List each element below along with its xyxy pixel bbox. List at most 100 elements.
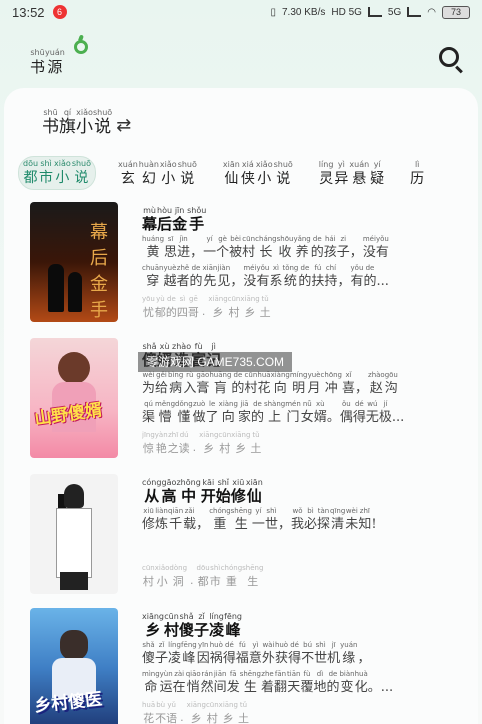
hanzi: 幕: [142, 215, 158, 233]
pinyin: yí: [206, 235, 213, 243]
pinyin: shuō: [71, 159, 92, 168]
hanzi: 乡: [244, 306, 256, 319]
category-tab[interactable]: xiān 仙 xiá 侠 xiǎo 小 shuō 说: [219, 156, 297, 190]
pinyin: jì: [211, 342, 216, 351]
category-label-char: xiǎo 小: [256, 160, 273, 188]
desc-char: qiāo 悄: [186, 670, 201, 697]
search-icon[interactable]: [438, 46, 463, 74]
desc-char: zi 子: [337, 235, 350, 262]
pinyin: cūn: [244, 371, 258, 379]
pinyin: de: [233, 371, 243, 379]
hanzi: 外: [261, 651, 275, 666]
book-title[interactable]: xiāng 乡 cūn 村 shǎ 傻 zǐ 子 líng 凌 fēng 峰: [142, 612, 460, 639]
book-cover[interactable]: [30, 474, 118, 594]
hanzi: 生: [234, 517, 248, 532]
pinyin: shǎ: [142, 342, 157, 351]
pinyin: [343, 264, 345, 273]
book-cover[interactable]: 乡村傻医: [30, 608, 118, 724]
pinyin: biàn: [339, 670, 355, 678]
hanzi: 说: [94, 117, 112, 137]
hanzi: 土: [259, 306, 271, 319]
desc-char: shēng 生: [231, 507, 252, 534]
status-time: 13:52: [12, 4, 45, 20]
source-name-char: xiǎo 小: [76, 108, 93, 136]
hanzi: ，: [337, 274, 351, 289]
pinyin: [382, 264, 384, 273]
desc-char: de 的: [326, 670, 339, 697]
pinyin: yí: [373, 160, 381, 169]
desc-char: dì 地: [313, 670, 326, 697]
pinyin: lì: [414, 160, 420, 169]
desc-char: wài 外: [262, 641, 275, 668]
hanzi: 炼: [155, 517, 169, 532]
source-selector[interactable]: shū 书 qí 旗 xiǎo 小 shuō 说 ⇄: [42, 108, 131, 136]
pinyin: shǒu: [187, 206, 207, 215]
category-tab[interactable]: xuán 玄 huàn 幻 xiǎo 小 shuō 说: [114, 156, 201, 190]
desc-char: míng 明: [290, 371, 308, 398]
hanzi: 地: [313, 680, 327, 695]
hanzi: 没: [243, 274, 257, 289]
pinyin: shōu: [276, 235, 294, 243]
desc-char: ，: [278, 507, 291, 534]
desc-char: xǐ 喜: [342, 371, 355, 398]
hanzi: 入: [183, 381, 197, 396]
book-item[interactable]: cóng 从 gāo 高 zhōng 中 kāi 开 shǐ 始 xiū 修 xiān 仙 xiū 修 liàn…: [30, 474, 460, 598]
desc-char: fú 福: [236, 641, 249, 668]
hanzi: 懵: [158, 410, 172, 425]
leaf-icon: [74, 40, 88, 54]
desc-char: ，: [196, 507, 209, 534]
swap-icon[interactable]: ⇄: [116, 116, 131, 136]
hanzi: 都: [23, 170, 38, 186]
pinyin: bù: [156, 701, 166, 709]
pinyin: dé: [225, 641, 234, 649]
book-item[interactable]: 幕后金手 mù 幕 hòu 后 jīn 金 shǒu 手 huáng 黄 sī 思 jìn 进 ， yí 一 gè…: [30, 202, 460, 326]
pinyin: dǒng: [175, 400, 193, 408]
desc-char: liàn 炼: [155, 507, 168, 534]
pinyin: [373, 507, 375, 516]
pinyin: hòu: [157, 206, 173, 215]
hanzi: 。: [326, 410, 340, 425]
pinyin: [283, 507, 285, 516]
book-cover[interactable]: 山野傻婿: [30, 338, 118, 458]
category-tab[interactable]: líng 灵 yì 异 xuán 悬 yí 疑: [315, 156, 388, 190]
book-title-char: shǒu 手: [187, 206, 206, 233]
hanzi: !: [371, 517, 377, 532]
pinyin: tǔ: [261, 295, 269, 303]
desc-char: yí 一: [203, 235, 216, 262]
pinyin: [195, 235, 197, 244]
book-title-char: xiān 仙: [246, 478, 263, 505]
book-title[interactable]: mù 幕 hòu 后 jīn 金 shǒu 手: [142, 206, 460, 233]
net-speed: 7.30 KB/s: [282, 6, 326, 18]
category-tab[interactable]: lì 历: [406, 156, 428, 190]
hanzi: 说: [74, 170, 89, 186]
pinyin: gè: [218, 235, 227, 243]
book-title-char: shǐ 始: [216, 478, 231, 505]
hanzi: 郁: [154, 306, 166, 319]
pinyin: huà: [354, 670, 368, 678]
pinyin: shì: [315, 641, 326, 649]
pinyin: dé: [290, 641, 299, 649]
cover-title: 幕后金手: [90, 222, 108, 321]
pinyin: le: [209, 400, 216, 408]
book-cover[interactable]: 幕后金手: [30, 202, 118, 322]
desc-char: hái 孩: [324, 235, 337, 262]
desc-char: 。: [327, 400, 340, 427]
desc-char: chóng 重: [209, 507, 230, 534]
book-title[interactable]: cóng 从 gāo 高 zhōng 中 kāi 开 shǐ 始 xiū 修 xiān 仙: [142, 478, 460, 505]
hanzi: 村: [242, 245, 256, 260]
category-char: cūn 村: [206, 701, 219, 724]
pinyin: huàn: [138, 160, 159, 169]
book-item[interactable]: 乡村傻医 xiāng 乡 cūn 村 shǎ 傻 zǐ 子 líng 凌 fēng 峰 shǎ 傻 zǐ 子 lí…: [30, 608, 460, 724]
pinyin: yàn: [154, 431, 168, 439]
signal-1-label: HD 5G: [331, 6, 362, 18]
desc-char: gōu 沟: [385, 371, 398, 398]
category-tab[interactable]: dōu 都 shì 市 xiǎo 小 shuō 说: [18, 156, 97, 190]
pinyin: de: [300, 264, 310, 272]
hanzi: 手: [189, 215, 205, 233]
hanzi: 扶: [311, 274, 325, 289]
hanzi: 千: [169, 517, 183, 532]
category-tabs: dōu 都 shì 市 xiǎo 小 shuō 说 xuán 玄 huàn 幻 xiǎo 小 shuō 说 xi…: [18, 156, 478, 190]
desc-char: yuè 月: [308, 371, 321, 398]
pinyin: yuán: [45, 48, 65, 57]
pinyin: shàng: [263, 400, 286, 408]
